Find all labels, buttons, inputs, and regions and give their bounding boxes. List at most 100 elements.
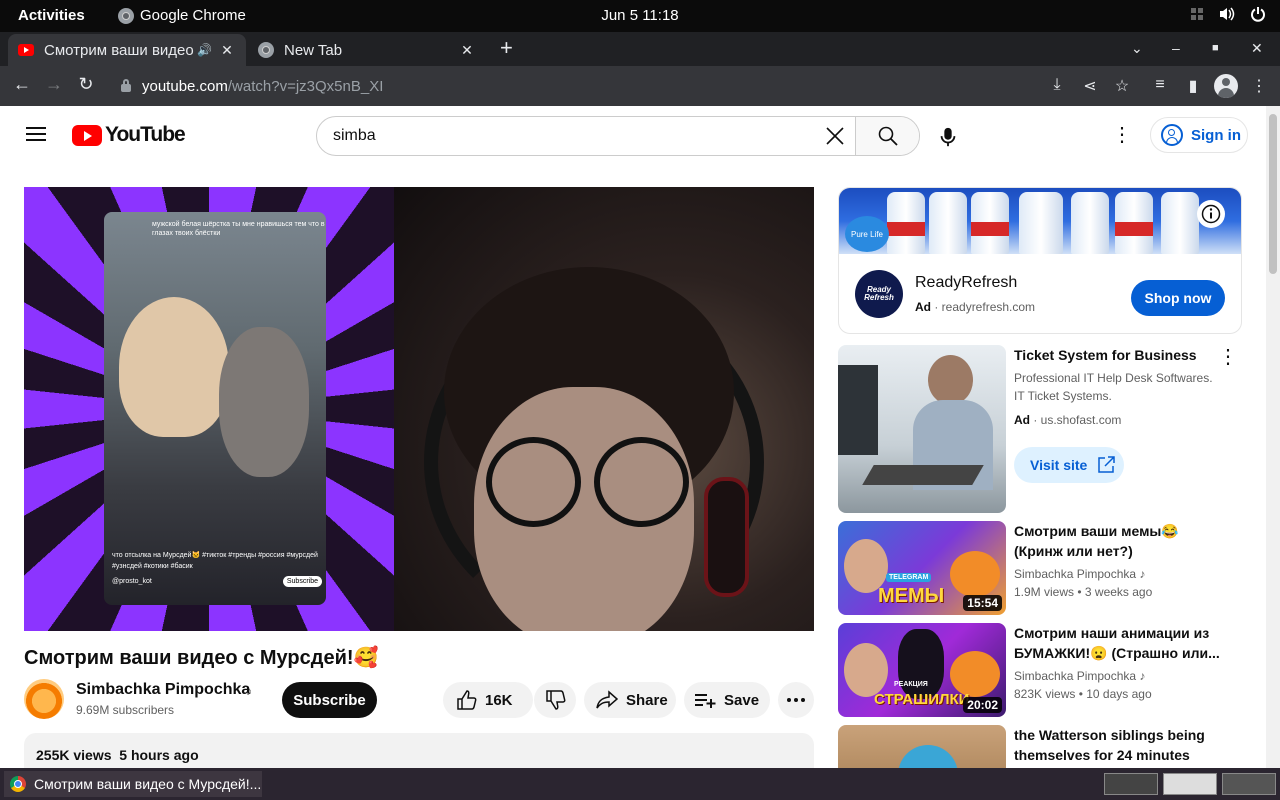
tab-close-icon[interactable]: ✕ [218, 42, 236, 59]
ad-ticket-system[interactable]: Ticket System for Business Professional … [838, 345, 1248, 515]
youtube-wordmark: YouTube [105, 123, 186, 146]
thumb-badge: TELEGRAM [886, 573, 932, 582]
install-app-icon[interactable]: ⤓ [1046, 76, 1068, 94]
media-controls-icon[interactable]: ≡ [1149, 76, 1171, 94]
system-top-bar: Activities Google Chrome Jun 5 11:18 [0, 0, 1280, 32]
url-host: youtube.com [142, 77, 228, 95]
system-tray[interactable] [1190, 6, 1266, 22]
video-glasses-right [594, 437, 689, 527]
youtube-page: YouTube simba ⋮ Sign in мужской белая шё… [0, 106, 1280, 768]
share-button[interactable]: Share [584, 682, 676, 718]
chrome-menu-icon[interactable]: ⋮ [1248, 76, 1270, 96]
video-headset-earcup [704, 477, 749, 597]
video-player[interactable]: мужской белая шёрстка ты мне нравишься т… [24, 187, 814, 631]
taskbar-window-item[interactable]: Смотрим ваши видео с Мурсдей!... [4, 771, 262, 797]
visit-site-button[interactable]: Visit site [1014, 447, 1124, 483]
profile-avatar-icon[interactable] [1214, 74, 1238, 98]
bookmark-star-icon[interactable]: ☆ [1111, 76, 1133, 96]
subscribe-button[interactable]: Subscribe [282, 682, 377, 718]
save-label: Save [724, 691, 760, 709]
dislike-button[interactable] [534, 682, 576, 718]
ad-card-menu-icon[interactable]: ⋮ [1218, 347, 1238, 367]
video-stats: 1.9M views • 3 weeks ago [1014, 585, 1153, 599]
activities-button[interactable]: Activities [18, 7, 85, 24]
guide-menu-icon[interactable] [26, 127, 46, 141]
workspace-2[interactable] [1163, 773, 1217, 795]
reload-icon[interactable]: ↻ [74, 74, 98, 95]
app-name: Google Chrome [140, 7, 246, 24]
lock-icon[interactable] [120, 79, 132, 93]
page-scrollbar[interactable] [1266, 106, 1280, 768]
subscriber-count: 9.69M subscribers [76, 703, 175, 717]
tab-close-icon[interactable]: ✕ [458, 42, 476, 59]
thumb-text: СТРАШИЛКИ [874, 691, 970, 708]
video-glasses-left [486, 437, 581, 527]
scrollbar-thumb[interactable] [1269, 114, 1277, 274]
workspace-1[interactable] [1104, 773, 1158, 795]
search-button[interactable] [855, 117, 919, 155]
thumb-badge: РЕАКЦИЯ [894, 681, 928, 688]
share-icon[interactable]: ⋖ [1079, 76, 1101, 96]
browser-toolbar: ← → ↻ youtube.com/watch?v=jz3Qx5nB_XI ⤓ … [0, 66, 1280, 106]
workspace-3[interactable] [1222, 773, 1276, 795]
clear-search-icon[interactable] [815, 117, 855, 155]
video-clip-user: @prosto_kot [112, 578, 152, 585]
youtube-favicon-icon [18, 44, 34, 56]
save-button[interactable]: Save [684, 682, 770, 718]
description-box[interactable]: 255K views 5 hours ago [24, 733, 814, 768]
playlist-add-icon [695, 694, 716, 708]
voice-search-icon[interactable] [936, 126, 960, 148]
tab-new-tab[interactable]: New Tab ✕ [248, 34, 486, 66]
new-tab-button[interactable]: + [500, 37, 513, 59]
maximize-button[interactable]: ■ [1212, 42, 1219, 54]
channel-name[interactable]: Simbachka Pimpochka [76, 681, 250, 699]
video-thumbnail [838, 725, 1006, 768]
sign-in-button[interactable]: Sign in [1150, 117, 1248, 153]
taskbar: Смотрим ваши видео с Мурсдей!... [0, 768, 1280, 800]
channel-avatar[interactable] [24, 679, 64, 719]
video-channel: Simbachka Pimpochka ♪ [1014, 567, 1146, 581]
recommended-video[interactable]: МЕМЫ TELEGRAM 15:54 Смотрим ваши мемы😂 (… [838, 521, 1248, 617]
tab-title: Смотрим ваши видео с Мурсдей!🥰 - YouTube [44, 42, 197, 59]
settings-menu-icon[interactable]: ⋮ [1112, 125, 1132, 145]
account-icon [1161, 124, 1183, 146]
shop-now-button[interactable]: Shop now [1131, 280, 1225, 316]
ad-thumbnail [838, 345, 1006, 513]
address-bar[interactable]: youtube.com/watch?v=jz3Qx5nB_XI [110, 70, 1110, 102]
music-note-icon: ♪ [246, 684, 252, 698]
back-icon[interactable]: ← [10, 74, 34, 95]
minimize-button[interactable]: – [1172, 40, 1180, 56]
search-input[interactable]: simba [317, 117, 815, 155]
upload-age: 5 hours ago [119, 747, 199, 763]
youtube-logo[interactable]: YouTube [72, 123, 186, 147]
tab-search-icon[interactable]: ⌄ [1131, 40, 1143, 57]
more-actions-button[interactable] [778, 682, 814, 718]
ad-card-title: Ticket System for Business [1014, 347, 1197, 363]
video-clip-caption-top: мужской белая шёрстка ты мне нравишься т… [152, 221, 325, 237]
forward-icon[interactable]: → [42, 74, 66, 95]
video-thumbnail: МЕМЫ TELEGRAM 15:54 [838, 521, 1006, 615]
like-button[interactable]: 16K [443, 682, 533, 718]
search-box: simba [316, 116, 920, 156]
recommended-video[interactable]: СТРАШИЛКИ РЕАКЦИЯ 20:02 Смотрим наши ани… [838, 623, 1248, 719]
thumb-text: МЕМЫ [878, 585, 945, 607]
share-label: Share [626, 691, 668, 709]
thumbs-up-icon [457, 690, 477, 710]
recommended-video[interactable]: the Watterson siblings being themselves … [838, 725, 1248, 768]
tab-audio-icon[interactable]: 🔊 [197, 43, 212, 57]
ad-info-icon[interactable] [1197, 200, 1225, 228]
video-title: the Watterson siblings being themselves … [1014, 727, 1205, 763]
video-meta: 255K views 5 hours ago [36, 747, 199, 763]
video-title: Смотрим ваши мемы😂 (Кринж или нет?) [1014, 523, 1179, 559]
app-menu[interactable]: Google Chrome [118, 7, 246, 24]
tab-youtube[interactable]: Смотрим ваши видео с Мурсдей!🥰 - YouTube… [8, 34, 246, 66]
video-channel: Simbachka Pimpochka ♪ [1014, 669, 1146, 683]
video-duration: 15:54 [963, 595, 1002, 611]
ad-readyrefresh[interactable]: Pure Life Ready Refresh ReadyRefresh Ad … [838, 187, 1242, 334]
like-count: 16K [485, 691, 513, 709]
close-window-button[interactable]: ✕ [1251, 40, 1263, 57]
pure-life-logo: Pure Life [845, 216, 889, 252]
tab-title: New Tab [284, 41, 343, 59]
side-panel-icon[interactable]: ▮ [1182, 76, 1204, 96]
ad-banner-image: Pure Life [839, 188, 1241, 254]
